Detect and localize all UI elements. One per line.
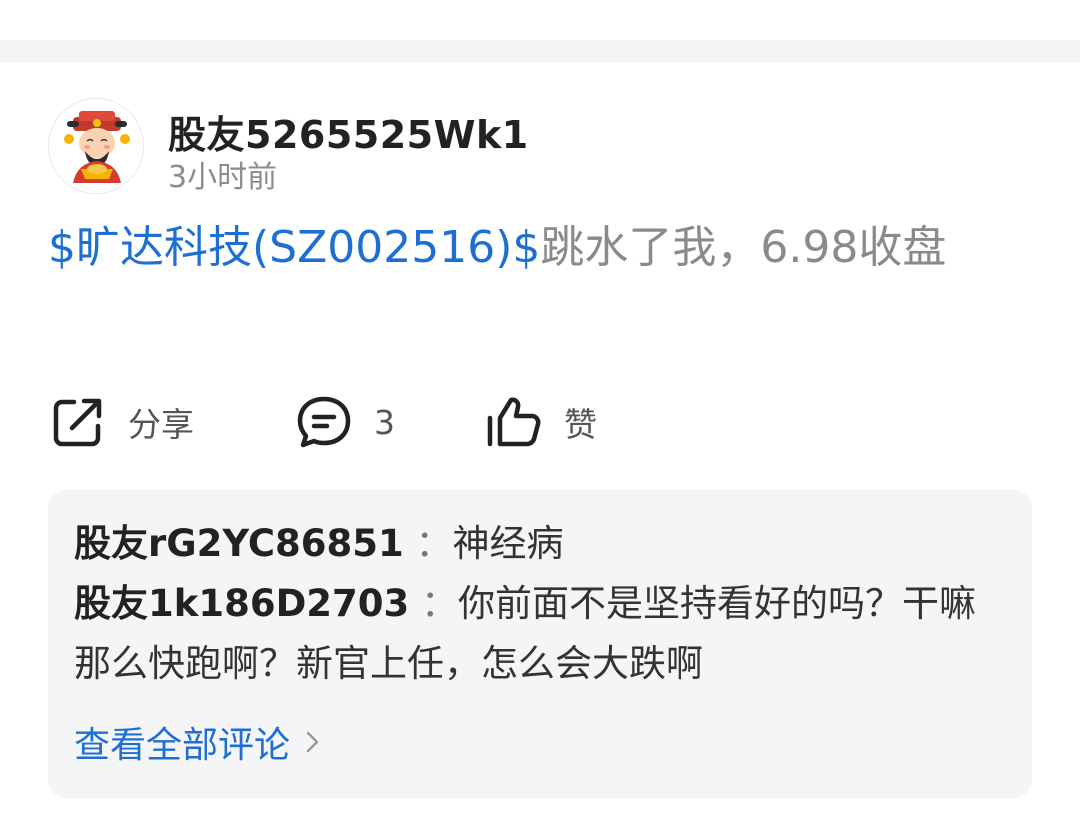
like-button[interactable]: 赞 (484, 390, 597, 454)
comment-item[interactable]: 股友1k186D2703 ：你前面不是坚持看好的吗？干嘛那么快跑啊？新官上任，怎… (74, 574, 1004, 694)
share-button[interactable]: 分享 (48, 390, 194, 454)
view-all-comments-link[interactable]: 查看全部评论 (74, 716, 322, 768)
comment-preview-panel: 股友rG2YC86851 ：神经病 股友1k186D2703 ：你前面不是坚持看… (48, 490, 1032, 798)
comment-text: 神经病 (452, 522, 564, 565)
share-icon (53, 398, 102, 447)
post-time: 3小时前 (168, 160, 278, 195)
chevron-right-icon (306, 731, 319, 753)
view-all-label: 查看全部评论 (74, 725, 291, 766)
thumbs-up-icon (487, 397, 541, 447)
post-actions: 分享 3 赞 (48, 390, 748, 454)
post-content: $旷达科技(SZ002516)$跳水了我，6.98收盘 (48, 212, 1008, 284)
like-label: 赞 (564, 405, 597, 444)
fortune-god-avatar-icon (49, 99, 143, 193)
comment-user[interactable]: 股友rG2YC86851 (74, 522, 404, 565)
comment-count: 3 (374, 402, 395, 442)
comment-bubble-icon (297, 396, 351, 448)
comment-separator: ： (415, 522, 453, 565)
section-divider (0, 40, 1080, 62)
post-text: 跳水了我，6.98收盘 (540, 222, 947, 273)
share-label: 分享 (128, 405, 194, 444)
comment-separator: ： (421, 582, 459, 625)
comment-user[interactable]: 股友1k186D2703 (74, 582, 409, 625)
top-strip (0, 0, 1080, 40)
avatar[interactable] (48, 98, 144, 194)
comment-item[interactable]: 股友rG2YC86851 ：神经病 (74, 514, 1004, 574)
comment-button[interactable]: 3 (294, 390, 395, 454)
post-header: 股友5265525Wk1 3小时前 (48, 98, 1032, 196)
stock-tag-link[interactable]: $旷达科技(SZ002516)$ (48, 222, 540, 273)
author-name[interactable]: 股友5265525Wk1 (168, 104, 529, 159)
